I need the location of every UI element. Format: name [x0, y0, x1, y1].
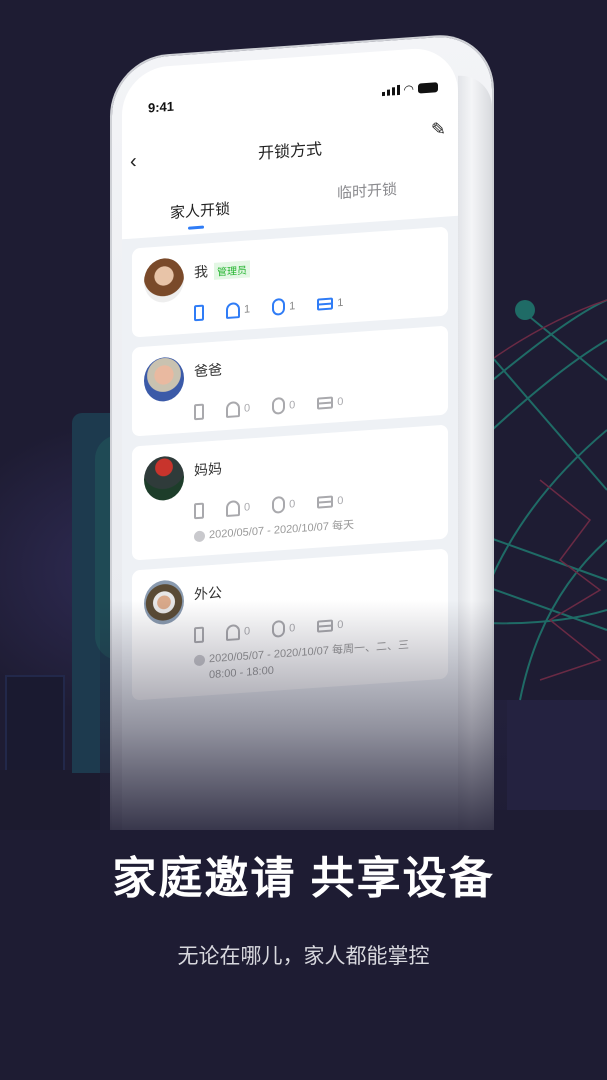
edit-button[interactable]: ✎ [431, 119, 446, 141]
tab-family-unlock[interactable]: 家人开锁 [170, 198, 230, 223]
admin-badge: 管理员 [214, 260, 250, 280]
radar-node [515, 300, 535, 320]
keypad-icon [272, 297, 286, 316]
method-phone [194, 502, 204, 519]
background-building [5, 675, 65, 785]
phone-icon [194, 403, 204, 420]
battery-icon [418, 82, 438, 94]
clock-icon [194, 530, 205, 543]
card-icon [317, 495, 334, 509]
method-fingerprint: 1 [226, 301, 250, 319]
avatar [144, 454, 184, 502]
member-name: 爸爸 [194, 361, 222, 380]
member-card[interactable]: 爸爸 0 0 0 [132, 325, 448, 437]
pencil-icon: ✎ [430, 118, 446, 140]
tab-active-indicator [188, 225, 204, 230]
keypad-icon [272, 396, 286, 415]
fingerprint-icon [226, 301, 240, 319]
avatar [144, 355, 184, 403]
method-phone [194, 304, 204, 321]
method-password: 0 [272, 495, 295, 514]
member-card[interactable]: 我管理员 1 1 1 [132, 226, 448, 338]
method-fingerprint: 0 [226, 400, 250, 418]
page-title: 开锁方式 [257, 141, 322, 163]
promo-headline: 家庭邀请 共享设备 [112, 854, 495, 903]
member-name: 妈妈 [194, 460, 222, 479]
status-bar: 9:41 ◠ [122, 76, 458, 119]
fingerprint-icon [226, 499, 240, 517]
method-password: 0 [272, 396, 295, 415]
tab-temporary-unlock[interactable]: 临时开锁 [337, 178, 397, 203]
fingerprint-icon [226, 400, 240, 418]
nav-bar: ‹ 开锁方式 ✎ [122, 116, 458, 179]
avatar [144, 256, 184, 304]
card-icon [317, 297, 334, 311]
method-card: 1 [317, 296, 343, 311]
signal-icon [381, 84, 400, 97]
wifi-icon: ◠ [403, 81, 414, 97]
phone-icon [194, 304, 204, 321]
member-name: 我管理员 [194, 258, 250, 282]
phone-icon [194, 502, 204, 519]
bottom-fade-overlay [100, 600, 507, 860]
method-card: 0 [317, 395, 343, 410]
keypad-icon [272, 495, 286, 514]
method-card: 0 [317, 494, 343, 509]
method-phone [194, 403, 204, 420]
method-password: 1 [272, 297, 295, 316]
method-fingerprint: 0 [226, 499, 250, 517]
status-time: 9:41 [148, 98, 175, 115]
member-card[interactable]: 妈妈 0 0 0 2020/05/07 - 2020/10/07 每天 [132, 424, 448, 561]
access-schedule: 2020/05/07 - 2020/10/07 每天 [194, 512, 436, 544]
promo-subline: 无论在哪儿，家人都能掌控 [177, 945, 430, 968]
card-icon [317, 396, 334, 410]
